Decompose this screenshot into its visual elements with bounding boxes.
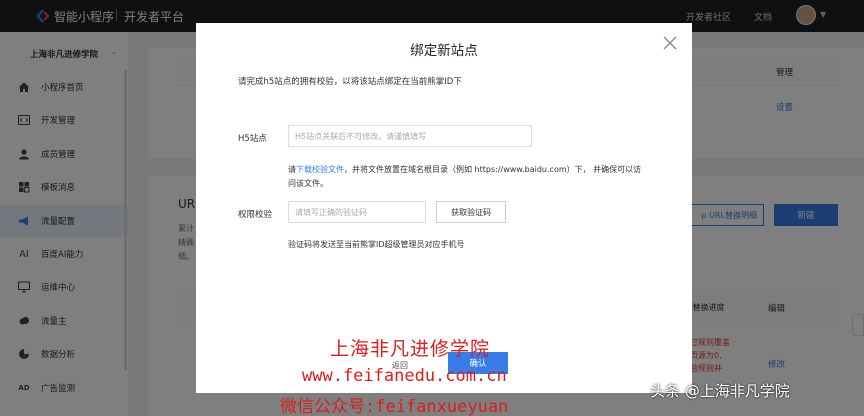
close-icon[interactable] (662, 35, 678, 51)
verify-code-input[interactable]: 请填写正确的验证码 (288, 201, 426, 223)
corner-watermark: 头条 @上海非凡学院 (650, 382, 790, 400)
download-verify-file-link[interactable]: 下载校验文件 (296, 165, 344, 174)
modal-intro: 请完成h5站点的拥有校验，以将该站点绑定在当前熊掌ID下 (238, 77, 462, 87)
watermark-line: www.feifanedu.com.cn (302, 366, 507, 386)
modal-title: 绑定新站点 (410, 43, 478, 59)
h5-site-label: H5站点 (238, 134, 267, 144)
verify-label: 权限校验 (238, 210, 273, 220)
verify-file-tip: 请下载校验文件，并将文件放置在域名根目录（例如 https://www.baid… (288, 163, 648, 191)
code-tip: 验证码将发送至当前熊掌ID超级管理员对应手机号 (288, 240, 465, 249)
h5-site-input[interactable]: H5站点关联后不可修改，请谨慎填写 (288, 125, 532, 147)
get-code-button[interactable]: 获取验证码 (436, 201, 506, 223)
watermark-line: 上海非凡进修学院 (330, 338, 491, 360)
watermark-line: 微信公众号:feifanxueyuan (280, 397, 509, 416)
tip-text: 请 (288, 165, 296, 174)
